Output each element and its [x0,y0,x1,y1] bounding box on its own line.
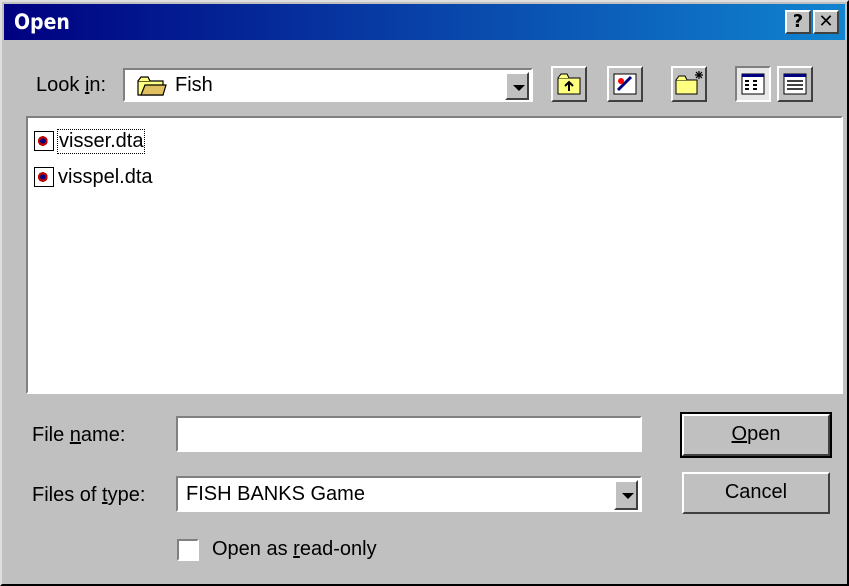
open-button[interactable]: Open [680,412,832,458]
desktop-icon [613,73,637,95]
details-view-icon [783,73,807,95]
new-folder-icon [675,71,703,95]
list-item[interactable]: visser.dta [34,128,146,154]
file-name-input[interactable] [176,416,642,452]
read-only-checkbox[interactable] [177,539,199,561]
cancel-button[interactable]: Cancel [682,472,830,514]
close-button[interactable]: ✕ [813,10,839,34]
up-one-level-button[interactable] [551,66,587,102]
look-in-label: Look in: [36,74,107,96]
files-of-type-value: FISH BANKS Game [186,483,365,505]
open-dialog: Open ? ✕ Look in: Fish visser.dta visspe… [0,0,849,586]
folder-icon [137,76,167,96]
file-list[interactable]: visser.dta visspel.dta [26,116,843,394]
files-of-type-dropdown[interactable]: FISH BANKS Game [176,476,642,512]
look-in-value: Fish [175,74,213,96]
file-icon [34,131,54,151]
new-folder-button[interactable] [671,66,707,102]
desktop-button[interactable] [607,66,643,102]
look-in-dropdown[interactable]: Fish [123,68,533,102]
title-bar[interactable]: Open ? ✕ [4,4,845,40]
file-name-label: File name: [32,424,126,446]
file-name: visser.dta [56,128,146,154]
list-item[interactable]: visspel.dta [34,164,153,190]
window-title: Open [14,10,70,34]
file-name: visspel.dta [58,165,153,188]
file-icon [34,167,54,187]
details-view-button[interactable] [777,66,813,102]
look-in-dropdown-arrow[interactable] [505,72,529,100]
files-of-type-label: Files of type: [32,484,146,506]
up-one-level-icon [557,73,581,95]
list-view-button[interactable] [735,66,771,102]
list-view-icon [741,73,765,95]
read-only-label[interactable]: Open as read-only [212,538,377,561]
files-of-type-dropdown-arrow[interactable] [614,480,638,510]
help-button[interactable]: ? [785,10,811,34]
